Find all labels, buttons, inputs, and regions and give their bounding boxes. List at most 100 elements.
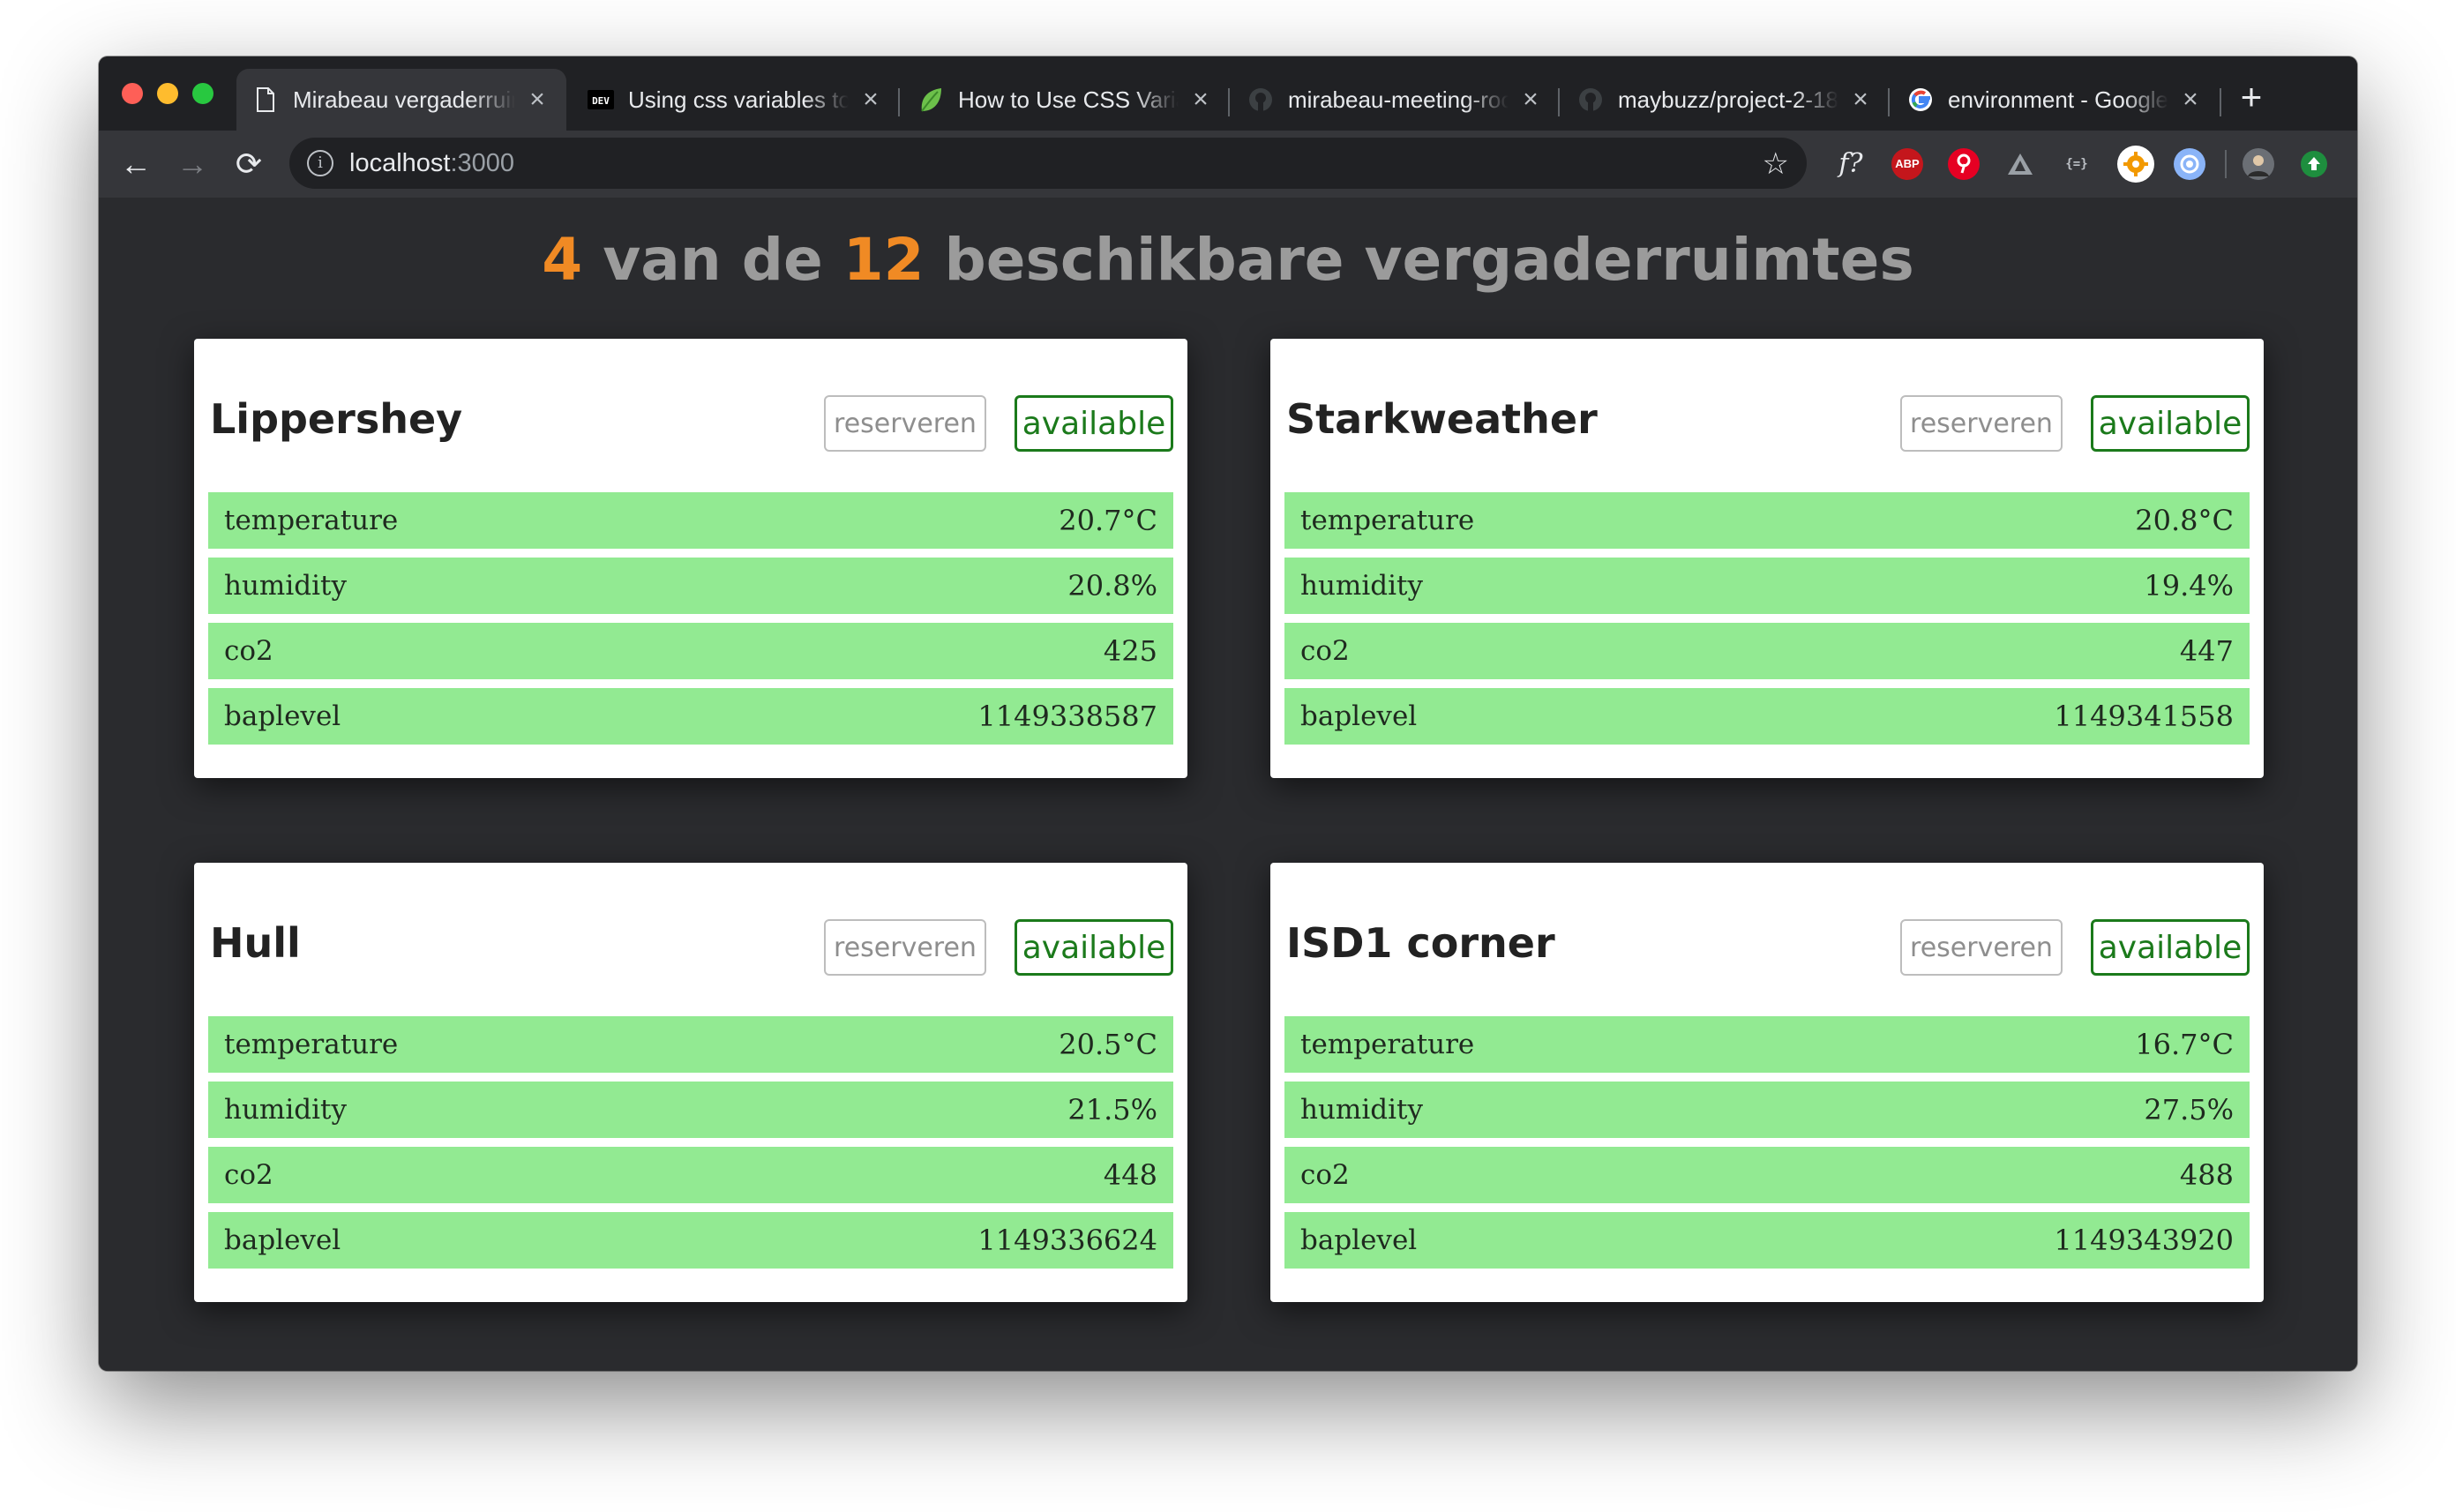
sensor-metrics-list: temperature 16.7°C humidity 27.5% co2 488 b… [1284,1016,2250,1277]
adblock-icon[interactable]: ABP [1891,148,1923,180]
tab-close-icon[interactable]: × [524,86,550,113]
metric-row-humidity: humidity 19.4% [1284,558,2250,614]
metric-row-baplevel: baplevel 1149341558 [1284,688,2250,745]
metric-value: 1149336624 [977,1224,1157,1257]
metric-row-temperature: temperature 20.8°C [1284,492,2250,549]
available-count: 4 [542,226,583,294]
color-picker-icon[interactable] [2174,148,2205,180]
tab-title: environment - Google [1948,86,2168,113]
dev-logo-icon: DEV [588,86,614,113]
sensor-metrics-list: temperature 20.5°C humidity 21.5% co2 448 b… [208,1016,1173,1277]
metric-value: 20.7°C [1059,504,1157,537]
tab-github-meeting-rooms[interactable]: mirabeau-meeting-rooms × [1232,69,1560,131]
metric-value: 488 [2179,1158,2234,1192]
document-icon [252,86,279,113]
total-count: 12 [842,226,925,294]
svg-text:DEV: DEV [592,95,610,107]
availability-status-badge[interactable]: available [1015,395,1173,452]
drive-icon[interactable] [2004,148,2036,180]
metric-value: 20.8°C [2135,504,2234,537]
metric-row-temperature: temperature 16.7°C [1284,1016,2250,1073]
address-bar[interactable]: i localhost:3000 ☆ [289,138,1807,189]
settings-icon[interactable] [2117,146,2154,183]
metric-value: 20.8% [1067,569,1157,603]
metric-label: temperature [1300,505,1475,536]
availability-status-badge[interactable]: available [2091,919,2250,976]
availability-status-badge[interactable]: available [1015,919,1173,976]
tab-close-icon[interactable]: × [1517,86,1544,113]
toolbar-separator [2225,150,2227,178]
metric-label: baplevel [1300,1224,1418,1256]
tab-css-variables[interactable]: How to Use CSS Variables × [902,69,1230,131]
tab-separator [1558,88,1560,116]
metric-row-baplevel: baplevel 1149343920 [1284,1212,2250,1269]
google-icon [1907,86,1934,113]
page-heading: 4 van de 12 beschikbare vergaderruimtes [99,226,2357,294]
metric-label: baplevel [224,1224,341,1256]
tab-dev[interactable]: DEV Using css variables to × [572,69,900,131]
metric-value: 21.5% [1067,1093,1157,1127]
tab-close-icon[interactable]: × [857,86,884,113]
tab-separator [898,88,900,116]
page-content: 4 van de 12 beschikbare vergaderruimtes … [99,198,2357,1371]
metric-row-temperature: temperature 20.7°C [208,492,1173,549]
font-icon[interactable]: f? [1835,148,1867,180]
reserve-button[interactable]: reserveren [1900,919,2063,976]
site-info-icon[interactable]: i [307,150,333,176]
metric-row-co2: co2 447 [1284,623,2250,679]
reload-icon[interactable]: ⟳ [228,143,270,185]
metric-label: humidity [1300,570,1423,602]
tab-close-icon[interactable]: × [1187,86,1214,113]
metric-value: 447 [2179,634,2234,668]
pinterest-icon[interactable] [1948,148,1980,180]
forward-arrow-icon[interactable]: → [171,143,213,185]
tab-separator [2220,88,2221,116]
zoom-window-button[interactable] [192,83,213,104]
reserve-button[interactable]: reserveren [824,919,986,976]
availability-status-badge[interactable]: available [2091,395,2250,452]
metric-row-co2: co2 425 [208,623,1173,679]
minimize-window-button[interactable] [157,83,178,104]
tab-google-search[interactable]: environment - Google × [1891,69,2220,131]
url-port: :3000 [450,148,515,177]
tab-title: Mirabeau vergaderruimtes [293,86,515,113]
tab-close-icon[interactable]: × [2177,86,2204,113]
metric-value: 1149338587 [977,700,1157,733]
metric-row-baplevel: baplevel 1149338587 [208,688,1173,745]
heading-text-end: beschikbare vergaderruimtes [944,226,1914,294]
tab-title: How to Use CSS Variables [958,86,1179,113]
back-arrow-icon[interactable]: ← [115,143,157,185]
metric-value: 27.5% [2144,1093,2234,1127]
metric-label: co2 [1300,635,1350,667]
tab-title: Using css variables to [628,86,849,113]
browser-toolbar: ← → ⟳ i localhost:3000 ☆ f? ABP {=} [99,131,2357,198]
tab-github-project[interactable]: maybuzz/project-2-18 × [1561,69,1890,131]
metric-row-co2: co2 488 [1284,1147,2250,1203]
metric-label: temperature [1300,1029,1475,1060]
close-window-button[interactable] [122,83,143,104]
reserve-button[interactable]: reserveren [1900,395,2063,452]
url-host: localhost [349,148,451,177]
avatar-icon[interactable] [2243,148,2274,180]
metric-value: 20.5°C [1059,1028,1157,1061]
metric-label: temperature [224,505,399,536]
metric-label: humidity [224,570,347,602]
reserve-button[interactable]: reserveren [824,395,986,452]
metric-value: 16.7°C [2135,1028,2234,1061]
bookmark-star-icon[interactable]: ☆ [1763,146,1789,182]
tab-strip: Mirabeau vergaderruimtes × DEV Using css… [99,56,2357,131]
tab-mirabeau[interactable]: Mirabeau vergaderruimtes × [236,69,566,131]
tab-close-icon[interactable]: × [1847,86,1874,113]
metric-row-humidity: humidity 20.8% [208,558,1173,614]
update-icon[interactable] [2301,151,2327,177]
room-card: Lippershey reserveren available temperat… [194,339,1187,778]
metric-label: baplevel [1300,700,1418,732]
metric-value: 1149343920 [2054,1224,2234,1257]
heading-text-mid: van de [603,226,823,294]
json-icon[interactable]: {=} [2061,148,2093,180]
metric-row-co2: co2 448 [208,1147,1173,1203]
metric-row-humidity: humidity 21.5% [208,1082,1173,1138]
metric-row-temperature: temperature 20.5°C [208,1016,1173,1073]
url-text: localhost:3000 [349,149,514,178]
new-tab-button[interactable]: + [2234,79,2269,116]
